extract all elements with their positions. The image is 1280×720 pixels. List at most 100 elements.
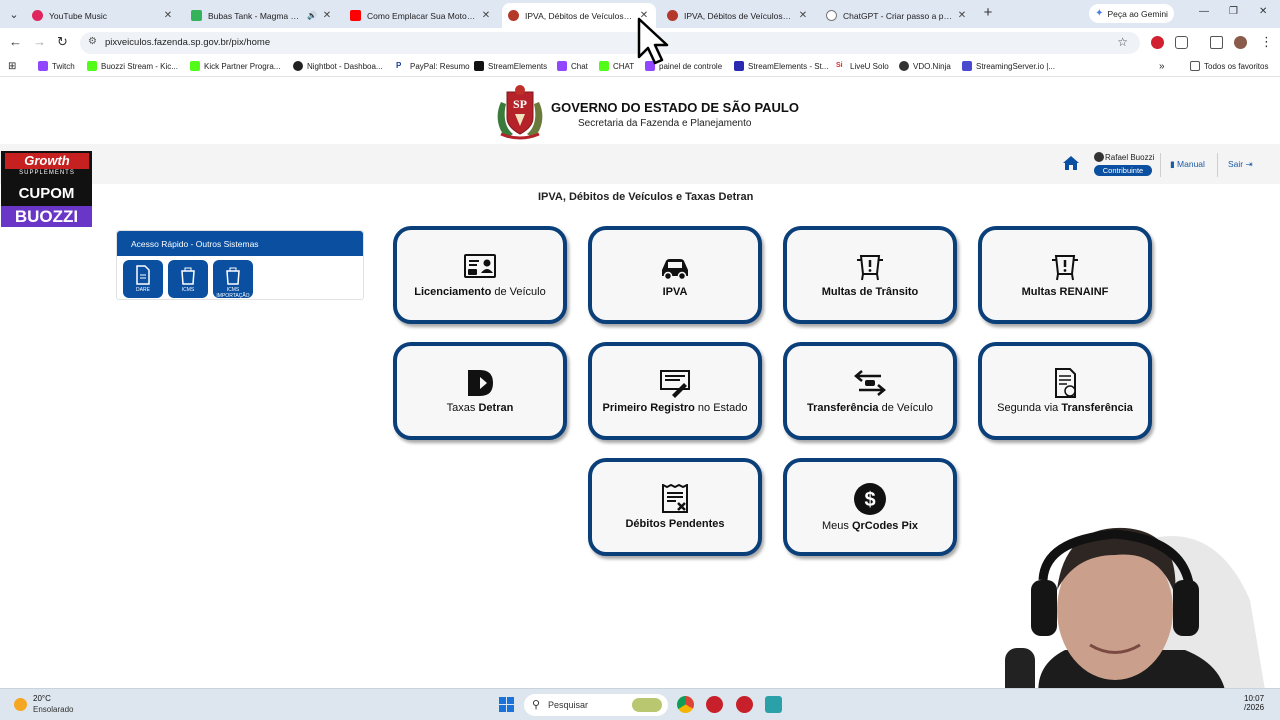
speaker-icon[interactable]: 🔊 [307, 11, 317, 20]
second-copy-icon [1055, 368, 1076, 398]
card-label: Multas de Trânsito [821, 286, 919, 298]
bookmark-vdo-ninja[interactable]: VDO.Ninja [899, 61, 951, 71]
tab-youtube-music[interactable]: YouTube Music ✕ [26, 3, 180, 28]
address-bar[interactable]: ⚙ pixveiculos.fazenda.sp.gov.br/pix/home… [80, 32, 1140, 54]
bookmark-streamingserver[interactable]: StreamingServer.io |... [962, 61, 1055, 71]
logout-link[interactable]: Sair ⇥ [1228, 159, 1253, 170]
manual-link[interactable]: ▮ Manual [1170, 159, 1205, 170]
bookmark-nightbot[interactable]: Nightbot - Dashboa... [293, 61, 383, 71]
vdo-ninja-icon [899, 61, 909, 71]
chatgpt-icon [826, 10, 837, 21]
all-favorites-folder[interactable]: Todos os favoritos [1190, 61, 1268, 71]
extension-icon[interactable] [1151, 36, 1164, 49]
quick-access-dare[interactable]: DARE [123, 260, 163, 298]
extensions-puzzle-icon[interactable] [1175, 36, 1188, 49]
forward-icon[interactable]: → [33, 35, 46, 49]
new-tab-button[interactable]: + [980, 5, 996, 21]
bookmark-paypal[interactable]: P PayPal: Resumo [396, 61, 470, 71]
profile-avatar[interactable] [1234, 36, 1247, 49]
renainf-fine-icon [1052, 255, 1078, 281]
sp-crest-icon [508, 10, 519, 21]
card-label: Taxas Detran [446, 402, 514, 414]
bookmark-chat[interactable]: Chat [557, 61, 588, 71]
bookmark-kick-partner[interactable]: Kick Partner Progra... [190, 61, 280, 71]
card-multas-transito[interactable]: Multas de Trânsito [783, 226, 957, 324]
kick-icon [191, 10, 202, 21]
apps-grid-icon[interactable]: ⊞ [8, 61, 16, 72]
app-icon[interactable] [706, 696, 723, 713]
tab-ipva-active[interactable]: IPVA, Débitos de Veículos e Tax ✕ [502, 3, 656, 28]
paypal-icon: P [396, 61, 406, 71]
bookmark-liveu[interactable]: Si LiveU Solo [836, 61, 889, 71]
bookmark-star-icon[interactable]: ☆ [1117, 35, 1128, 49]
streamelements-icon [734, 61, 744, 71]
home-icon[interactable] [1062, 154, 1080, 172]
card-label: Transferência de Veículo [807, 402, 933, 414]
sp-crest-logo: SP [497, 85, 543, 140]
windows-start-icon[interactable] [499, 697, 514, 712]
user-name[interactable]: Rafael Buozzi [1105, 153, 1154, 162]
card-primeiro-registro[interactable]: Primeiro Registro no Estado [588, 342, 762, 440]
tab-title: Bubas Tank - Magma Crawl [208, 10, 305, 21]
bookmark-twitch[interactable]: Twitch [38, 61, 75, 71]
liveu-icon: Si [836, 61, 846, 71]
ask-gemini-button[interactable]: ✦ Peça ao Gemini [1089, 4, 1174, 23]
folder-icon [1190, 61, 1200, 71]
close-icon[interactable]: ✕ [321, 10, 333, 21]
sponsor-overlay: Growth SUPPLEMENTS CUPOM BUOZZI [1, 151, 92, 227]
tab-ipva-2[interactable]: IPVA, Débitos de Veículos e Tax ✕ [661, 3, 815, 28]
bookmark-streamelements-2[interactable]: StreamElements - St... [734, 61, 828, 71]
kick-icon [190, 61, 200, 71]
bookmark-streamelements[interactable]: StreamElements [474, 61, 547, 71]
sun-icon[interactable] [14, 698, 27, 711]
tab-como-emplacar[interactable]: Como Emplacar Sua Moto, Pas ✕ [344, 3, 498, 28]
close-icon[interactable]: ✕ [797, 10, 809, 21]
card-taxas-detran[interactable]: Taxas Detran [393, 342, 567, 440]
close-icon[interactable]: ✕ [162, 10, 174, 21]
quick-access-icms-import[interactable]: ICMS IMPORTAÇÃO [213, 260, 253, 299]
system-clock[interactable]: 10:07 /2026 [1244, 694, 1264, 712]
close-icon[interactable]: ✕ [480, 10, 492, 21]
menu-kebab-icon[interactable]: ⋮ [1260, 35, 1273, 49]
close-icon[interactable]: ✕ [956, 10, 968, 21]
card-ipva[interactable]: IPVA [588, 226, 762, 324]
quick-access-title: Acesso Rápido - Outros Sistemas [117, 231, 363, 256]
notepad-icon[interactable] [765, 696, 782, 713]
back-icon[interactable]: ← [9, 35, 22, 49]
tab-title: ChatGPT - Criar passo a passo [843, 10, 952, 21]
card-multas-renainf[interactable]: Multas RENAINF [978, 226, 1152, 324]
maximize-button[interactable]: ❐ [1229, 6, 1238, 17]
app-icon[interactable] [736, 696, 753, 713]
tab-bubas-tank[interactable]: Bubas Tank - Magma Crawl 🔊 ✕ [185, 3, 339, 28]
weather-condition[interactable]: Ensolarado [33, 705, 73, 714]
search-placeholder: Pesquisar [548, 700, 589, 710]
temperature[interactable]: 20°C [33, 694, 51, 703]
site-info-icon[interactable]: ⚙ [88, 36, 97, 47]
page-title: IPVA, Débitos de Veículos e Taxas Detran [538, 191, 754, 203]
gemini-icon: ✦ [1095, 8, 1104, 19]
close-window-button[interactable]: ✕ [1259, 6, 1267, 17]
book-icon: ▮ [1170, 159, 1178, 169]
taskbar-search[interactable]: ⚲ Pesquisar [524, 694, 668, 716]
url-text[interactable]: pixveiculos.fazenda.sp.gov.br/pix/home [105, 37, 270, 48]
card-label: Meus QrCodes Pix [822, 520, 918, 532]
quick-access-icms[interactable]: ICMS [168, 260, 208, 298]
svg-text:$: $ [864, 489, 875, 511]
media-control-icon[interactable] [1210, 36, 1223, 49]
card-label: Multas RENAINF [1021, 286, 1109, 298]
chrome-icon[interactable] [677, 696, 694, 713]
reload-icon[interactable]: ↻ [57, 35, 68, 49]
card-debitos-pendentes[interactable]: Débitos Pendentes [588, 458, 762, 556]
card-segunda-via[interactable]: Segunda via Transferência [978, 342, 1152, 440]
minimize-button[interactable]: — [1199, 6, 1209, 17]
tab-search-button[interactable]: ⌄ [4, 4, 24, 24]
bookmark-buozzi-stream[interactable]: Buozzi Stream - Kic... [87, 61, 178, 71]
card-transferencia[interactable]: Transferência de Veículo [783, 342, 957, 440]
more-bookmarks-icon[interactable]: » [1159, 61, 1165, 72]
bookmark-chat-kick[interactable]: CHAT [599, 61, 634, 71]
tab-chatgpt[interactable]: ChatGPT - Criar passo a passo ✕ [820, 3, 974, 28]
kick-icon [599, 61, 609, 71]
card-label: IPVA [662, 286, 688, 298]
card-meus-qrcodes[interactable]: $ Meus QrCodes Pix [783, 458, 957, 556]
card-licenciamento[interactable]: Licenciamento de Veículo [393, 226, 567, 324]
